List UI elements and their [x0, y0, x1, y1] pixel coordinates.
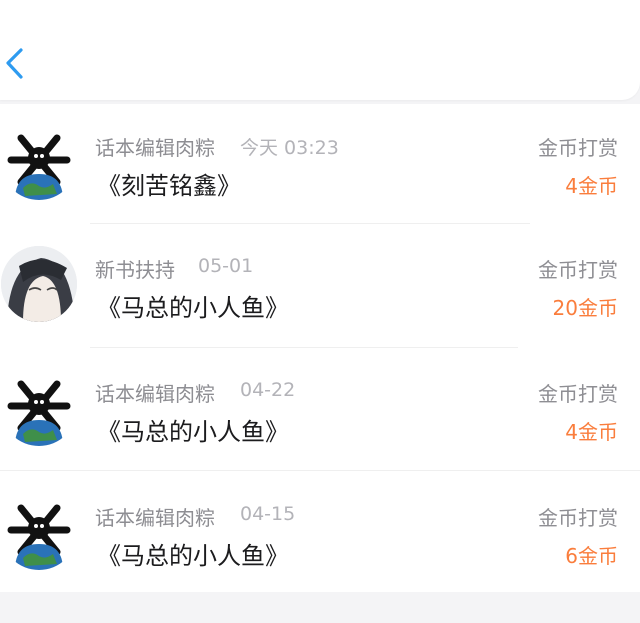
timestamp: 今天 03:23: [240, 137, 339, 159]
list-item[interactable]: 话本编辑肉粽 今天 03:23 《刻苦铭鑫》 金币打赏 4金币: [0, 104, 640, 226]
reward-type-label: 金币打赏: [538, 506, 618, 530]
list-item[interactable]: 话本编辑肉粽 04-22 《马总的小人鱼》 金币打赏 4金币: [0, 350, 640, 472]
divider: [90, 347, 518, 348]
sender-name: 话本编辑肉粽: [95, 136, 215, 160]
reward-type-label: 金币打赏: [538, 382, 618, 406]
avatar[interactable]: [1, 494, 77, 570]
reward-amount: 6金币: [565, 544, 618, 568]
divider: [90, 223, 530, 224]
list-item[interactable]: 新书扶持 05-01 《马总的小人鱼》 金币打赏 20金币: [0, 226, 640, 348]
skull-globe-avatar-icon: [1, 370, 77, 446]
skull-globe-avatar-icon: [1, 494, 77, 570]
reward-amount: 4金币: [565, 174, 618, 198]
book-title[interactable]: 《刻苦铭鑫》: [97, 166, 241, 201]
divider: [0, 470, 640, 471]
reward-amount: 20金币: [552, 296, 618, 320]
book-title[interactable]: 《马总的小人鱼》: [97, 288, 289, 323]
sender-name: 新书扶持: [95, 258, 175, 282]
avatar[interactable]: [1, 370, 77, 446]
reward-type-label: 金币打赏: [538, 258, 618, 282]
skull-globe-avatar-icon: [1, 124, 77, 200]
back-button[interactable]: [2, 44, 32, 84]
timestamp: 05-01: [198, 255, 254, 277]
timestamp: 04-15: [240, 503, 296, 525]
reward-amount: 4金币: [565, 420, 618, 444]
book-title[interactable]: 《马总的小人鱼》: [97, 536, 289, 571]
sender-name: 话本编辑肉粽: [95, 506, 215, 530]
avatar[interactable]: [1, 246, 77, 322]
anime-portrait-avatar-icon: [1, 246, 77, 322]
avatar[interactable]: [1, 124, 77, 200]
book-title[interactable]: 《马总的小人鱼》: [97, 412, 289, 447]
nav-header: [0, 0, 640, 100]
chevron-left-icon: [6, 48, 23, 79]
sender-name: 话本编辑肉粽: [95, 382, 215, 406]
reward-list: 话本编辑肉粽 今天 03:23 《刻苦铭鑫》 金币打赏 4金币 新书扶持 05-…: [0, 104, 640, 592]
timestamp: 04-22: [240, 379, 296, 401]
reward-type-label: 金币打赏: [538, 136, 618, 160]
list-item[interactable]: 话本编辑肉粽 04-15 《马总的小人鱼》 金币打赏 6金币: [0, 472, 640, 594]
